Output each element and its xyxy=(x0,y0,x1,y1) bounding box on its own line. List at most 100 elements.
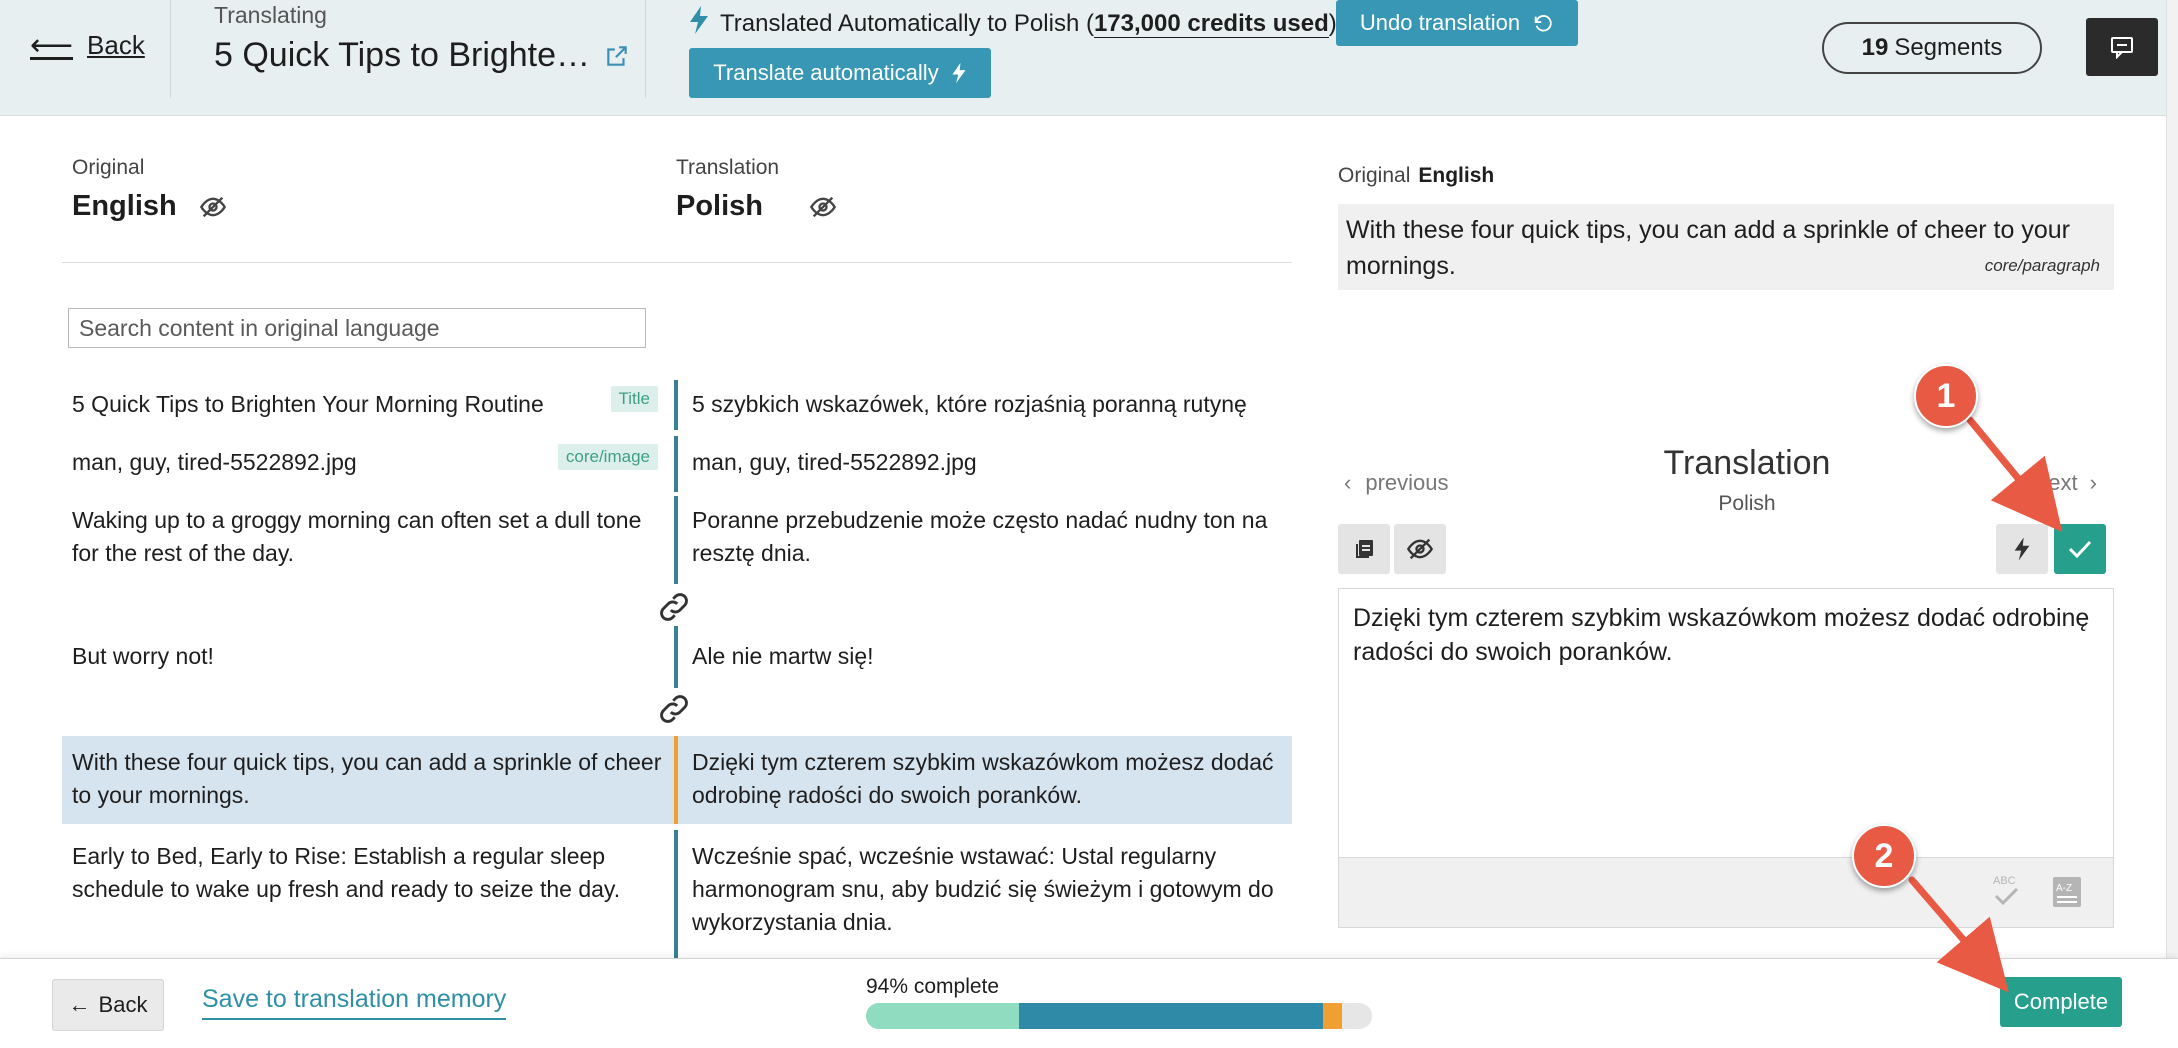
segment-original-text: With these four quick tips, you can add … xyxy=(72,749,662,808)
segment-translation: Poranne przebudzenie może często nadać n… xyxy=(692,507,1268,566)
link-segments-icon[interactable] xyxy=(655,690,693,728)
segment-translation: Ale nie martw się! xyxy=(692,643,874,669)
eye-slash-icon xyxy=(1406,538,1434,560)
back-link[interactable]: ⟵ Back xyxy=(30,30,145,61)
translation-column-header: Translation Polish xyxy=(676,156,837,223)
translation-panel-title: Translation xyxy=(1663,444,1831,482)
confirm-segment-button[interactable] xyxy=(2054,524,2106,574)
segment-original-text: But worry not! xyxy=(72,643,214,669)
preview-original-label: Original English xyxy=(1338,164,1494,188)
footer-back-button[interactable]: ← Back xyxy=(52,979,164,1031)
progress-segment-translation-memory xyxy=(866,1003,1020,1029)
segment-translation: Dzięki tym czterem szybkim wskazówkom mo… xyxy=(692,749,1274,808)
translation-kicker: Translation xyxy=(676,156,780,179)
segment-original-text: Early to Bed, Early to Rise: Establish a… xyxy=(72,843,621,902)
doc-kicker: Translating xyxy=(214,2,327,28)
segment-original-text: man, guy, tired-5522892.jpg xyxy=(72,449,357,475)
segment-row[interactable]: 5 Quick Tips to Brighten Your Morning Ro… xyxy=(62,380,1292,430)
previous-label: previous xyxy=(1365,470,1449,495)
back-link-label: Back xyxy=(87,30,145,60)
checkmark-icon xyxy=(2068,540,2092,559)
bottom-bar: ← Back Save to translation memory 94% co… xyxy=(0,958,2178,1048)
translation-editor[interactable]: Dzięki tym czterem szybkim wskazówkom mo… xyxy=(1338,588,2114,858)
preview-original-language: English xyxy=(1418,164,1495,187)
comments-button[interactable] xyxy=(2086,18,2158,76)
callout-arrow-one xyxy=(1966,416,2063,533)
segment-tag: core/image xyxy=(557,444,658,470)
lightning-icon xyxy=(952,62,966,84)
progress-segment-remaining xyxy=(1322,1003,1342,1029)
translation-language: Polish xyxy=(676,190,764,222)
credits-used: 173,000 credits used xyxy=(1093,9,1329,38)
save-to-translation-memory-link[interactable]: Save to translation memory xyxy=(202,985,507,1020)
search-input[interactable] xyxy=(68,308,646,348)
translate-automatically-button[interactable]: Translate automatically xyxy=(689,48,991,98)
callout-badge-one: 1 xyxy=(1914,364,1978,428)
segments-count: 19 xyxy=(1861,34,1889,61)
translate-automatically-label: Translate automatically xyxy=(713,60,939,85)
previous-segment-button[interactable]: ‹ previous xyxy=(1344,470,1448,496)
segment-row[interactable]: Waking up to a groggy morning can often … xyxy=(62,496,1292,584)
segments-label: Segments xyxy=(1894,34,2003,61)
eye-slash-icon[interactable] xyxy=(809,193,837,221)
segments-count-pill[interactable]: 19 Segments xyxy=(1822,22,2042,74)
segment-row[interactable]: But worry not! Ale nie martw się! xyxy=(62,626,1292,688)
preview-original-content: With these four quick tips, you can add … xyxy=(1346,216,2070,280)
auto-status-text: Translated Automatically to Polish ( xyxy=(720,9,1094,37)
translation-panel-language: Polish xyxy=(1718,492,1776,515)
lightning-icon xyxy=(2014,537,2030,561)
top-bar: ⟵ Back Translating 5 Quick Tips to Brigh… xyxy=(0,0,2178,116)
segment-translation: 5 szybkich wskazówek, które rozjaśnią po… xyxy=(692,391,1247,417)
undo-translation-button[interactable]: Undo translation xyxy=(1336,0,1578,46)
segment-original: man, guy, tired-5522892.jpg core/image xyxy=(62,436,674,492)
segment-original-text: 5 Quick Tips to Brighten Your Morning Ro… xyxy=(72,391,544,417)
copy-original-button[interactable] xyxy=(1338,524,1390,574)
svg-text:ABC: ABC xyxy=(1993,875,2016,887)
translation-editor-text: Dzięki tym czterem szybkim wskazówkom mo… xyxy=(1353,604,2090,666)
chevron-left-icon: ‹ xyxy=(1344,470,1352,495)
spellcheck-icon[interactable]: ABC xyxy=(1990,872,2022,910)
segment-translation: man, guy, tired-5522892.jpg xyxy=(692,449,977,475)
segment-translation: Wcześnie spać, wcześnie wstawać: Ustal r… xyxy=(692,843,1274,935)
doc-title: 5 Quick Tips to Brighte… xyxy=(214,36,630,75)
next-segment-button[interactable]: next › xyxy=(2036,470,2097,496)
chevron-right-icon: › xyxy=(2089,470,2097,495)
preview-original-text: With these four quick tips, you can add … xyxy=(1338,204,2114,290)
segment-tag: Title xyxy=(610,386,658,412)
link-segments-icon[interactable] xyxy=(655,588,693,626)
progress-label: 94% complete xyxy=(866,975,1000,998)
complete-button[interactable]: Complete xyxy=(2000,977,2122,1027)
auto-translate-segment-button[interactable] xyxy=(1996,524,2048,574)
callout-badge-two: 2 xyxy=(1852,824,1916,888)
progress-segment-automatic xyxy=(1019,1003,1323,1029)
eye-slash-icon[interactable] xyxy=(199,193,227,221)
segment-original: 5 Quick Tips to Brighten Your Morning Ro… xyxy=(62,380,674,430)
column-header-divider xyxy=(62,262,1292,263)
progress-bar xyxy=(866,1003,1372,1029)
next-label: next xyxy=(2036,470,2078,495)
header-divider xyxy=(645,0,646,98)
external-link-icon[interactable] xyxy=(604,43,630,69)
preview-original-kicker: Original xyxy=(1338,164,1411,187)
toggle-visibility-button[interactable] xyxy=(1394,524,1446,574)
doc-title-text: 5 Quick Tips to Brighte… xyxy=(214,36,591,74)
lightning-icon xyxy=(688,6,710,41)
segment-original-text: Waking up to a groggy morning can often … xyxy=(72,507,642,566)
segment-row-active[interactable]: With these four quick tips, you can add … xyxy=(62,736,1292,824)
segment-row[interactable]: Early to Bed, Early to Rise: Establish a… xyxy=(62,830,1292,958)
comment-icon xyxy=(2111,37,2133,59)
footer-back-label: Back xyxy=(98,992,148,1017)
original-column-header: Original English xyxy=(72,156,227,223)
segment-original: But worry not! xyxy=(62,626,674,688)
page-scrollbar[interactable] xyxy=(2166,0,2178,960)
sort-az-icon[interactable]: A-Z xyxy=(2052,876,2082,908)
undo-icon xyxy=(1534,15,1552,32)
block-type-label: core/paragraph xyxy=(1984,256,2100,275)
copy-icon xyxy=(1356,540,1373,558)
original-language: English xyxy=(72,190,177,222)
undo-translation-label: Undo translation xyxy=(1359,10,1521,35)
segment-original: With these four quick tips, you can add … xyxy=(62,736,674,824)
segment-row[interactable]: man, guy, tired-5522892.jpg core/image m… xyxy=(62,436,1292,492)
segment-original: Waking up to a groggy morning can often … xyxy=(62,496,674,584)
header-divider xyxy=(170,0,171,98)
